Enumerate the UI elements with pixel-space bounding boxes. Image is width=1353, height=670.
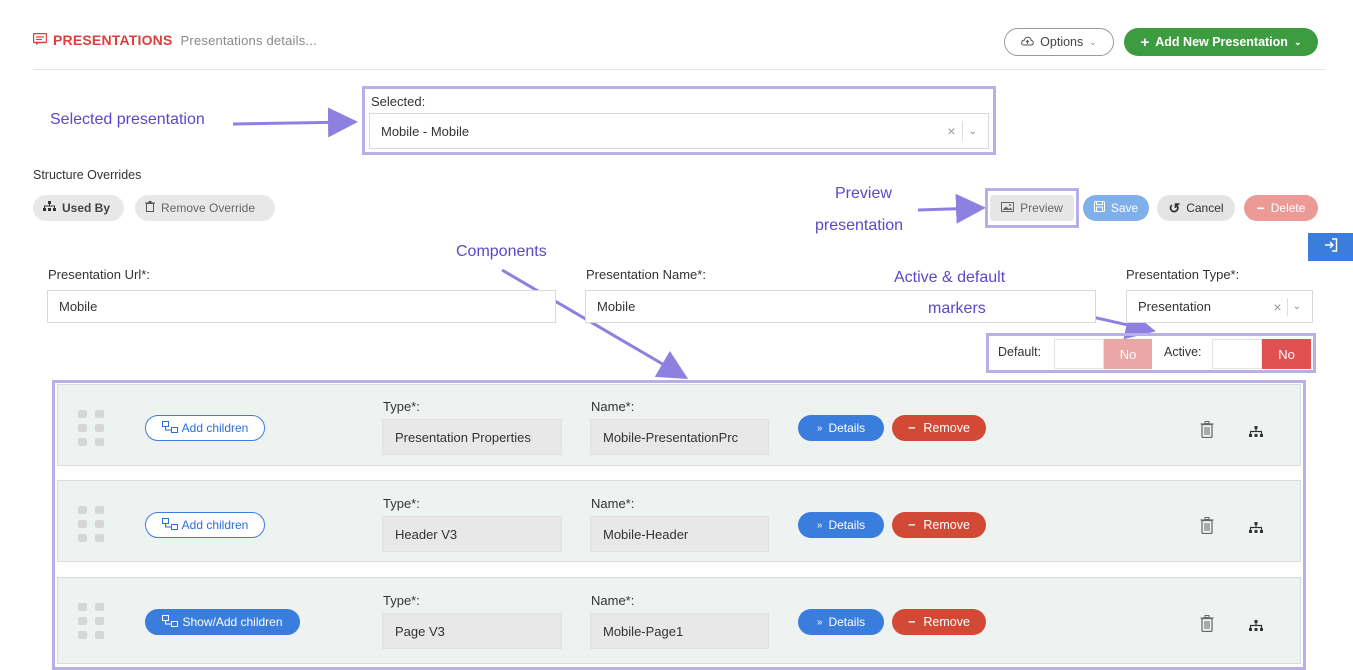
name-label: Presentation Name*:: [586, 267, 706, 282]
save-label: Save: [1110, 201, 1139, 215]
name-field-label: Name*:: [591, 496, 635, 511]
active-toggle-track[interactable]: [1212, 339, 1262, 369]
type-label: Presentation Type*:: [1126, 267, 1240, 282]
sitemap-icon[interactable]: [1249, 424, 1263, 442]
drag-handle-icon[interactable]: [78, 410, 110, 446]
component-name-field[interactable]: Mobile-Header: [590, 516, 769, 552]
url-label: Presentation Url*:: [48, 267, 150, 282]
clear-icon[interactable]: ×: [1273, 299, 1281, 315]
type-field-label: Type*:: [383, 399, 420, 414]
add-children-label: Add children: [181, 421, 249, 435]
type-field-label: Type*:: [383, 593, 420, 608]
hierarchy-icon: [161, 420, 178, 436]
chevrons-down-icon: »: [816, 519, 823, 531]
annotation-preview-line2: presentation: [815, 217, 904, 234]
type-value: Presentation: [1138, 299, 1211, 314]
show-add-children-label: Show/Add children: [182, 615, 283, 629]
cancel-label: Cancel: [1186, 201, 1224, 215]
undo-icon: ↺: [1168, 199, 1181, 216]
name-field-label: Name*:: [591, 399, 635, 414]
minus-icon: −: [908, 615, 916, 629]
add-children-button[interactable]: Add children: [145, 512, 265, 538]
sitemap-icon: [43, 201, 56, 215]
sitemap-icon[interactable]: [1249, 618, 1263, 636]
save-icon: [1093, 201, 1105, 215]
annotation-selected: Selected presentation: [50, 111, 205, 128]
selected-value: Mobile - Mobile: [381, 123, 470, 139]
trash-icon[interactable]: [1200, 615, 1214, 637]
default-toggle-track[interactable]: [1054, 339, 1104, 369]
remove-override-label: Remove Override: [161, 201, 256, 215]
delete-button[interactable]: − Delete: [1244, 195, 1318, 221]
structure-overrides-title: Structure Overrides: [33, 168, 142, 182]
remove-label: Remove: [923, 421, 970, 435]
drag-handle-icon[interactable]: [78, 506, 110, 542]
details-button[interactable]: » Details: [798, 415, 884, 441]
active-label: Active:: [1164, 345, 1202, 359]
minus-icon: −: [1256, 200, 1265, 216]
component-type-field[interactable]: Presentation Properties: [382, 419, 562, 455]
preview-button[interactable]: Preview: [990, 195, 1074, 221]
presentation-name-input[interactable]: Mobile: [585, 290, 1096, 323]
add-children-label: Add children: [181, 518, 249, 532]
details-label: Details: [828, 615, 866, 629]
remove-button[interactable]: − Remove: [892, 609, 986, 635]
component-name-field[interactable]: Mobile-Page1: [590, 613, 769, 649]
details-button[interactable]: » Details: [798, 512, 884, 538]
details-label: Details: [828, 518, 866, 532]
chevrons-down-icon: »: [816, 616, 823, 628]
remove-button[interactable]: − Remove: [892, 512, 986, 538]
minus-icon: −: [908, 518, 916, 532]
annotation-markers-line2: markers: [928, 300, 986, 317]
remove-button[interactable]: − Remove: [892, 415, 986, 441]
chevron-down-icon[interactable]: ⌄: [1293, 301, 1301, 312]
remove-override-button[interactable]: Remove Override: [135, 195, 275, 221]
save-button[interactable]: Save: [1083, 195, 1149, 221]
presentation-type-select[interactable]: Presentation × ⌄: [1126, 290, 1313, 323]
component-type-field[interactable]: Page V3: [382, 613, 562, 649]
preview-label: Preview: [1020, 201, 1063, 215]
sitemap-icon[interactable]: [1249, 520, 1263, 538]
presentation-url-input[interactable]: Mobile: [47, 290, 556, 323]
type-field-label: Type*:: [383, 496, 420, 511]
used-by-button[interactable]: Used By: [33, 195, 124, 221]
used-by-label: Used By: [62, 201, 111, 215]
trash-icon[interactable]: [1200, 517, 1214, 539]
minus-icon: −: [908, 421, 916, 435]
add-children-button[interactable]: Add children: [145, 415, 265, 441]
chevron-down-icon[interactable]: ⌄: [969, 126, 977, 137]
image-icon: [1001, 201, 1015, 215]
hierarchy-icon: [162, 614, 179, 630]
default-label: Default:: [998, 345, 1042, 359]
select-divider: [1286, 297, 1288, 316]
select-divider: [961, 121, 963, 141]
annotation-preview-line1: Preview: [835, 185, 892, 202]
show-add-children-button[interactable]: Show/Add children: [145, 609, 300, 635]
component-name-field[interactable]: Mobile-PresentationPrc: [590, 419, 769, 455]
name-field-label: Name*:: [591, 593, 635, 608]
selector-label: Selected:: [371, 94, 426, 109]
annotation-components: Components: [456, 243, 547, 260]
component-type-field[interactable]: Header V3: [382, 516, 562, 552]
delete-label: Delete: [1270, 201, 1306, 215]
cancel-button[interactable]: ↺ Cancel: [1157, 195, 1235, 221]
sidebar-toggle-button[interactable]: [1308, 233, 1353, 261]
remove-label: Remove: [923, 615, 970, 629]
details-label: Details: [828, 421, 866, 435]
annotation-markers-line1: Active & default: [894, 269, 1006, 286]
clear-icon[interactable]: ×: [947, 123, 955, 139]
chevrons-down-icon: »: [816, 422, 823, 434]
details-button[interactable]: » Details: [798, 609, 884, 635]
trash-icon[interactable]: [1200, 421, 1214, 443]
trash-icon: [145, 201, 155, 215]
default-toggle[interactable]: No: [1104, 339, 1152, 369]
active-toggle[interactable]: No: [1262, 339, 1311, 369]
hierarchy-icon: [161, 517, 178, 533]
sign-in-icon: [1324, 237, 1338, 257]
drag-handle-icon[interactable]: [78, 603, 110, 639]
remove-label: Remove: [923, 518, 970, 532]
selected-presentation-select[interactable]: Mobile - Mobile × ⌄: [369, 113, 989, 149]
